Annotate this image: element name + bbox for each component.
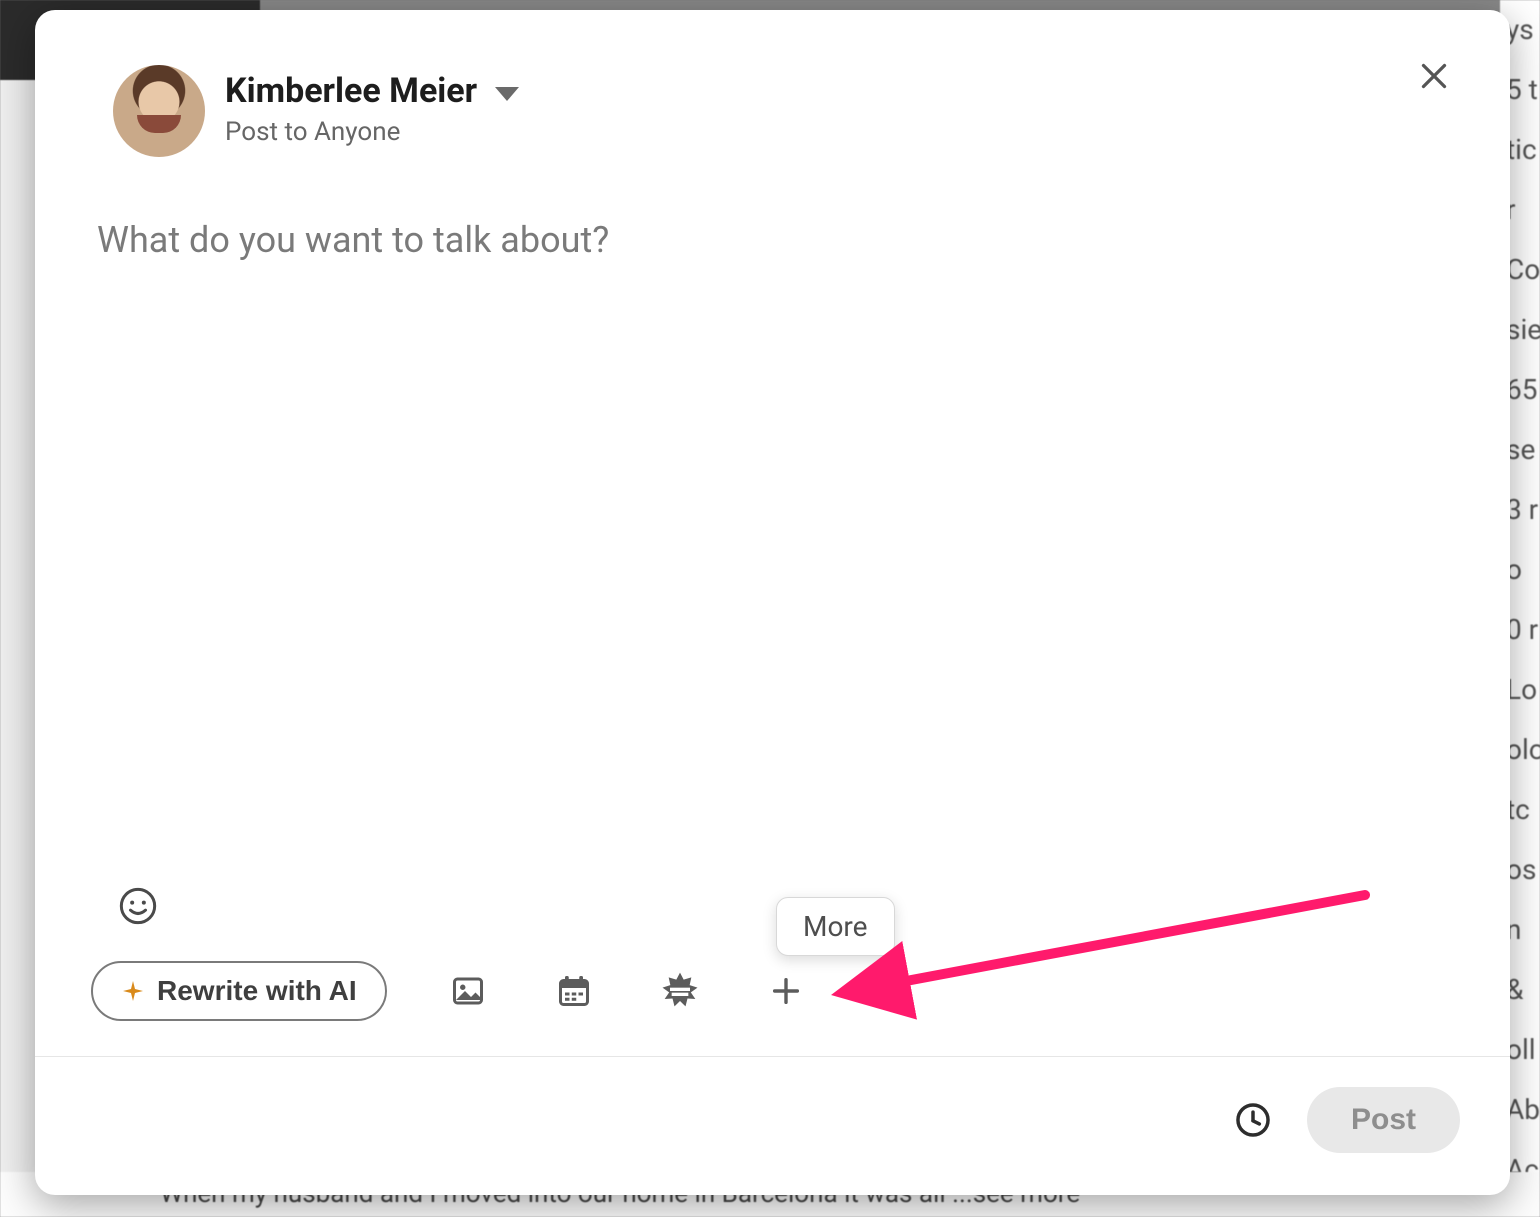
composer-area	[35, 157, 1510, 881]
sparkle-icon	[121, 979, 145, 1003]
visibility-label: Post to Anyone	[225, 117, 519, 147]
close-icon	[1416, 58, 1452, 94]
toolbar: Rewrite with AI	[35, 961, 1510, 1056]
modal-header: Kimberlee Meier Post to Anyone	[35, 10, 1510, 157]
emoji-row	[35, 881, 1510, 961]
image-icon	[450, 973, 486, 1009]
avatar	[113, 65, 205, 157]
starburst-icon	[660, 971, 700, 1011]
more-tooltip: More	[776, 897, 895, 956]
create-event-button[interactable]	[549, 966, 599, 1016]
clock-icon	[1234, 1101, 1272, 1139]
rewrite-label: Rewrite with AI	[157, 975, 357, 1007]
emoji-icon	[118, 886, 158, 926]
modal-footer: Post	[35, 1057, 1510, 1195]
author-name: Kimberlee Meier	[225, 71, 477, 111]
add-media-button[interactable]	[443, 966, 493, 1016]
create-post-modal: Kimberlee Meier Post to Anyone	[35, 10, 1510, 1195]
visibility-selector[interactable]: Kimberlee Meier	[225, 71, 519, 111]
chevron-down-icon	[495, 87, 519, 101]
rewrite-with-ai-button[interactable]: Rewrite with AI	[91, 961, 387, 1021]
post-textarea[interactable]	[95, 217, 1454, 721]
more-button[interactable]	[761, 966, 811, 1016]
post-button[interactable]: Post	[1307, 1087, 1460, 1153]
calendar-icon	[556, 973, 592, 1009]
author-block: Kimberlee Meier Post to Anyone	[225, 71, 519, 147]
close-button[interactable]	[1408, 50, 1460, 102]
celebrate-button[interactable]	[655, 966, 705, 1016]
plus-icon	[769, 974, 803, 1008]
emoji-button[interactable]	[113, 881, 163, 931]
schedule-button[interactable]	[1229, 1096, 1277, 1144]
